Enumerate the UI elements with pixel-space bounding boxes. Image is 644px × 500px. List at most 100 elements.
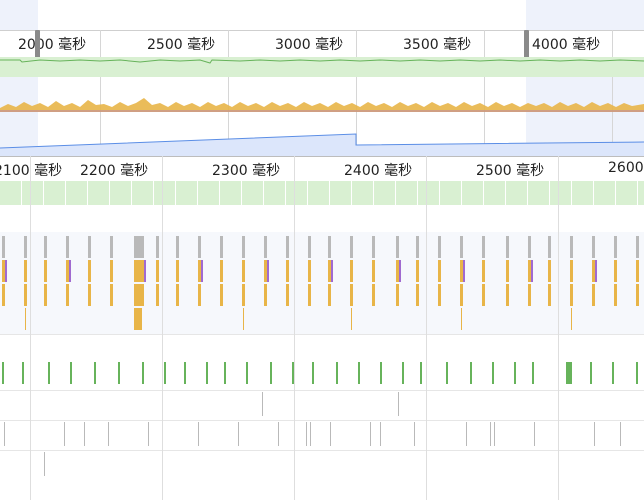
task-block[interactable] [88,236,91,258]
frame-bar[interactable] [308,181,330,205]
function-call-block[interactable] [25,308,26,330]
function-call-block[interactable] [198,284,201,306]
raster-event[interactable] [380,362,382,384]
function-call-block[interactable] [372,284,375,306]
script-block[interactable] [636,260,639,282]
script-block[interactable] [176,260,179,282]
main-thread-flame-chart[interactable] [0,232,644,334]
task-block[interactable] [198,236,201,258]
raster-event[interactable] [612,362,614,384]
frame-bar[interactable] [352,181,374,205]
function-call-block[interactable] [548,284,551,306]
worker-event[interactable] [238,422,239,446]
script-block[interactable] [220,260,223,282]
frame-bar[interactable] [44,181,66,205]
raster-event[interactable] [420,362,422,384]
task-block[interactable] [308,236,311,258]
script-block[interactable] [614,260,617,282]
raster-event[interactable] [590,362,592,384]
frame-bar[interactable] [88,181,110,205]
frame-bar[interactable] [220,181,242,205]
frame-bar[interactable] [484,181,506,205]
function-call-block[interactable] [570,284,573,306]
function-call-block[interactable] [286,284,289,306]
script-block[interactable] [350,260,353,282]
raster-event[interactable] [566,362,571,384]
function-call-block[interactable] [243,308,244,330]
worker-event[interactable] [108,422,109,446]
task-block[interactable] [438,236,441,258]
function-call-block[interactable] [614,284,617,306]
task-block[interactable] [592,236,595,258]
task-block[interactable] [614,236,617,258]
task-block[interactable] [24,236,27,258]
raster-event[interactable] [312,362,314,384]
gpu-event[interactable] [262,392,263,416]
function-call-block[interactable] [460,284,463,306]
raster-event[interactable] [636,362,638,384]
raster-event[interactable] [94,362,96,384]
script-block[interactable] [372,260,375,282]
frame-bar[interactable] [616,181,638,205]
worker-event[interactable] [148,422,149,446]
layout-block[interactable] [201,260,203,282]
gpu-event[interactable] [398,392,399,416]
task-block[interactable] [636,236,639,258]
function-call-block[interactable] [328,284,331,306]
frames-track[interactable] [0,181,644,205]
frame-bar[interactable] [528,181,550,205]
raster-event[interactable] [164,362,166,384]
selection-right-handle[interactable] [524,30,529,58]
task-block[interactable] [548,236,551,258]
raster-event[interactable] [70,362,72,384]
worker-event[interactable] [594,422,595,446]
script-block[interactable] [24,260,27,282]
frame-bar[interactable] [594,181,616,205]
frame-bar[interactable] [198,181,220,205]
function-call-block[interactable] [350,284,353,306]
task-block[interactable] [110,236,113,258]
task-block[interactable] [220,236,223,258]
function-call-block[interactable] [571,308,572,330]
task-block[interactable] [286,236,289,258]
script-block[interactable] [308,260,311,282]
task-block[interactable] [570,236,573,258]
script-block[interactable] [110,260,113,282]
raster-event[interactable] [492,362,494,384]
task-block[interactable] [460,236,463,258]
task-block[interactable] [396,236,399,258]
frame-bar[interactable] [418,181,440,205]
function-call-block[interactable] [242,284,245,306]
raster-event[interactable] [336,362,338,384]
script-block[interactable] [438,260,441,282]
function-call-block[interactable] [482,284,485,306]
function-call-block[interactable] [44,284,47,306]
script-block[interactable] [88,260,91,282]
worker-event[interactable] [4,422,5,446]
raster-event[interactable] [358,362,360,384]
frame-bar[interactable] [242,181,264,205]
function-call-block[interactable] [528,284,531,306]
script-block[interactable] [506,260,509,282]
raster-event[interactable] [142,362,144,384]
frame-bar[interactable] [550,181,572,205]
task-block[interactable] [372,236,375,258]
script-block[interactable] [482,260,485,282]
worker-event[interactable] [370,422,371,446]
raster-event[interactable] [48,362,50,384]
layout-block[interactable] [399,260,401,282]
frame-bar[interactable] [638,181,644,205]
function-call-block[interactable] [636,284,639,306]
function-call-block[interactable] [134,308,142,330]
frame-bar[interactable] [374,181,396,205]
worker-event[interactable] [198,422,199,446]
function-call-block[interactable] [66,284,69,306]
frame-bar[interactable] [572,181,594,205]
task-block[interactable] [2,236,5,258]
script-block[interactable] [44,260,47,282]
worker-event[interactable] [466,422,467,446]
layout-block[interactable] [69,260,71,282]
task-block[interactable] [66,236,69,258]
function-call-block[interactable] [416,284,419,306]
thread-event[interactable] [44,452,45,476]
